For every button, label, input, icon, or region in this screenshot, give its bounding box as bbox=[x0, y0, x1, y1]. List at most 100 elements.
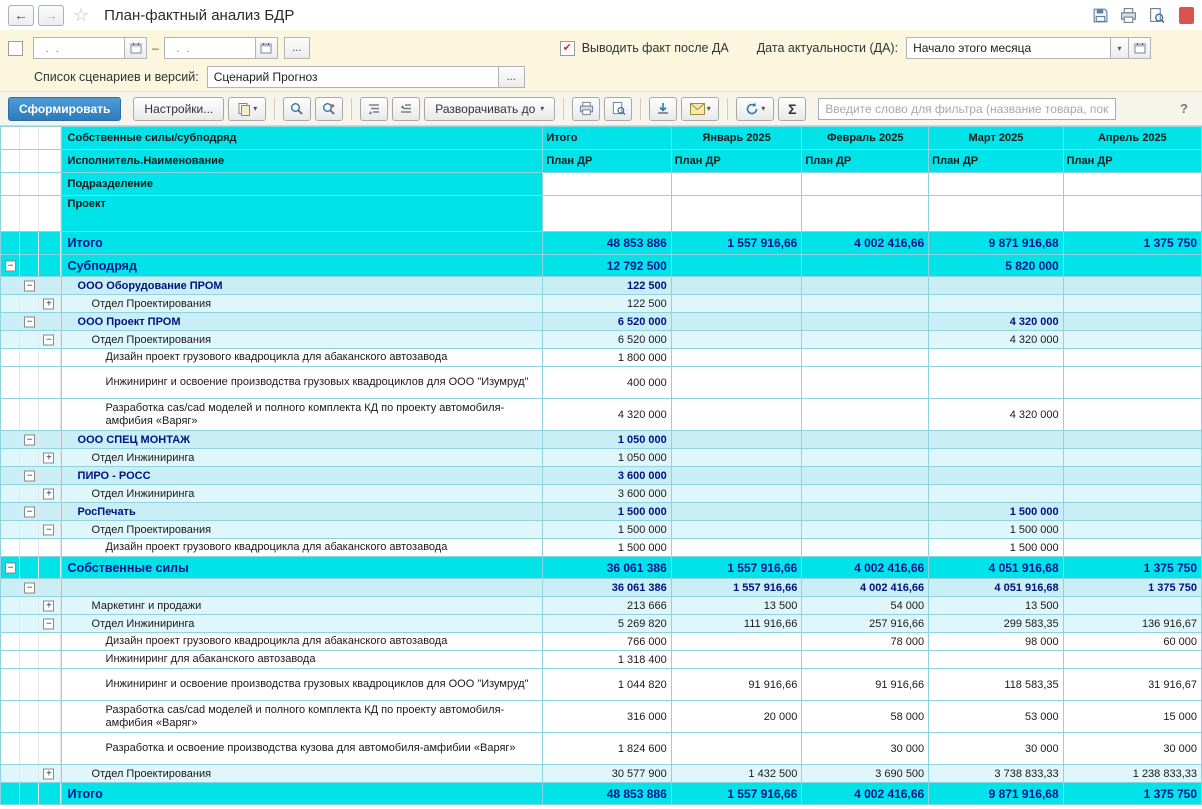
cell-value[interactable]: 1 800 000 bbox=[543, 349, 671, 367]
collapse-toggle-icon[interactable]: − bbox=[43, 618, 54, 629]
cell-value[interactable]: 6 520 000 bbox=[543, 313, 671, 331]
cell-value[interactable]: 122 500 bbox=[543, 277, 671, 295]
save-result-button[interactable] bbox=[649, 97, 677, 121]
generate-button[interactable]: Сформировать bbox=[8, 97, 121, 121]
row-name[interactable]: Отдел Инжиниринга bbox=[61, 615, 543, 633]
cell-value[interactable]: 4 320 000 bbox=[929, 313, 1063, 331]
cell-value[interactable]: 5 820 000 bbox=[929, 255, 1063, 277]
period-to-input[interactable] bbox=[164, 37, 256, 59]
cell-value[interactable]: 13 500 bbox=[929, 597, 1063, 615]
fact-checkbox-label[interactable]: Выводить факт после ДА bbox=[582, 41, 729, 55]
cell-value[interactable]: 316 000 bbox=[543, 701, 671, 733]
refresh-button[interactable]: ▾ bbox=[736, 97, 774, 121]
cell-value[interactable] bbox=[929, 367, 1063, 399]
period-select-button[interactable]: ... bbox=[284, 37, 310, 59]
cell-value[interactable] bbox=[671, 485, 802, 503]
cell-value[interactable] bbox=[802, 467, 929, 485]
collapse-toggle-icon[interactable]: − bbox=[5, 562, 16, 573]
cell-value[interactable]: 4 051 916,68 bbox=[929, 557, 1063, 579]
expand-toggle-icon[interactable]: + bbox=[43, 452, 54, 463]
period-checkbox[interactable] bbox=[8, 41, 23, 56]
cell-value[interactable] bbox=[1063, 449, 1201, 467]
cell-value[interactable]: 257 916,66 bbox=[802, 615, 929, 633]
cell-value[interactable]: 136 916,67 bbox=[1063, 615, 1201, 633]
cell-value[interactable] bbox=[802, 255, 929, 277]
row-name[interactable]: Отдел Инжиниринга bbox=[61, 485, 543, 503]
cell-value[interactable] bbox=[671, 733, 802, 765]
print-button[interactable] bbox=[572, 97, 600, 121]
cell-value[interactable]: 53 000 bbox=[929, 701, 1063, 733]
cell-value[interactable]: 4 002 416,66 bbox=[802, 557, 929, 579]
cell-value[interactable] bbox=[671, 449, 802, 467]
cell-value[interactable]: 3 738 833,33 bbox=[929, 765, 1063, 783]
cell-value[interactable] bbox=[802, 485, 929, 503]
cell-value[interactable]: 1 050 000 bbox=[543, 431, 671, 449]
search-next-button[interactable] bbox=[315, 97, 343, 121]
row-name[interactable]: Разработка cas/cad моделей и полного ком… bbox=[61, 399, 543, 431]
fact-checkbox[interactable]: ✔ bbox=[560, 41, 575, 56]
collapse-toggle-icon[interactable]: − bbox=[24, 506, 35, 517]
report-variants-button[interactable]: ▾ bbox=[228, 97, 266, 121]
cell-value[interactable] bbox=[1063, 431, 1201, 449]
cell-value[interactable] bbox=[802, 349, 929, 367]
row-name[interactable]: Инжиниринг для абаканского автозавода bbox=[61, 651, 543, 669]
cell-value[interactable] bbox=[671, 255, 802, 277]
cell-value[interactable]: 30 000 bbox=[1063, 733, 1201, 765]
period-to-calendar-button[interactable] bbox=[256, 37, 278, 59]
collapse-groups-button[interactable] bbox=[360, 97, 388, 121]
cell-value[interactable]: 30 000 bbox=[802, 733, 929, 765]
print-icon[interactable] bbox=[1119, 6, 1137, 24]
cell-value[interactable] bbox=[1063, 467, 1201, 485]
period-from-calendar-button[interactable] bbox=[125, 37, 147, 59]
collapse-toggle-icon[interactable]: − bbox=[24, 280, 35, 291]
cell-value[interactable]: 5 269 820 bbox=[543, 615, 671, 633]
cell-value[interactable] bbox=[802, 431, 929, 449]
scenario-select-button[interactable]: ... bbox=[499, 66, 525, 88]
expand-toggle-icon[interactable]: + bbox=[43, 600, 54, 611]
cell-value[interactable] bbox=[1063, 255, 1201, 277]
settings-button[interactable]: Настройки... bbox=[133, 97, 224, 121]
help-button[interactable]: ? bbox=[1174, 101, 1194, 116]
row-name[interactable]: Дизайн проект грузового квадроцикла для … bbox=[61, 539, 543, 557]
cell-value[interactable] bbox=[1063, 331, 1201, 349]
expand-toggle-icon[interactable]: + bbox=[43, 488, 54, 499]
cell-value[interactable]: 1 824 600 bbox=[543, 733, 671, 765]
cell-value[interactable]: 12 792 500 bbox=[543, 255, 671, 277]
cell-value[interactable] bbox=[802, 539, 929, 557]
header-total-value[interactable]: 9 871 916,68 bbox=[929, 232, 1063, 255]
cell-value[interactable]: 54 000 bbox=[802, 597, 929, 615]
cell-value[interactable] bbox=[929, 485, 1063, 503]
cell-value[interactable] bbox=[671, 331, 802, 349]
cell-value[interactable]: 1 238 833,33 bbox=[1063, 765, 1201, 783]
cell-value[interactable] bbox=[671, 313, 802, 331]
row-name[interactable]: Маркетинг и продажи bbox=[61, 597, 543, 615]
cell-value[interactable]: 4 002 416,66 bbox=[802, 579, 929, 597]
row-name[interactable]: ООО Оборудование ПРОМ bbox=[61, 277, 543, 295]
cell-value[interactable] bbox=[1063, 349, 1201, 367]
row-name[interactable]: Инжиниринг и освоение производства грузо… bbox=[61, 367, 543, 399]
collapse-toggle-icon[interactable]: − bbox=[24, 434, 35, 445]
cell-value[interactable]: 4 002 416,66 bbox=[802, 783, 929, 805]
cell-value[interactable] bbox=[929, 295, 1063, 313]
scenario-input[interactable] bbox=[207, 66, 499, 88]
cell-value[interactable] bbox=[802, 399, 929, 431]
cell-value[interactable]: 3 600 000 bbox=[543, 467, 671, 485]
cell-value[interactable] bbox=[1063, 485, 1201, 503]
cell-value[interactable]: 6 520 000 bbox=[543, 331, 671, 349]
cell-value[interactable] bbox=[1063, 313, 1201, 331]
cell-value[interactable]: 3 690 500 bbox=[802, 765, 929, 783]
preview-button[interactable] bbox=[604, 97, 632, 121]
cell-value[interactable] bbox=[671, 633, 802, 651]
collapse-toggle-icon[interactable]: − bbox=[43, 524, 54, 535]
cell-value[interactable] bbox=[671, 399, 802, 431]
favorite-star-icon[interactable]: ☆ bbox=[73, 5, 89, 26]
cell-value[interactable] bbox=[802, 449, 929, 467]
cell-value[interactable] bbox=[929, 277, 1063, 295]
cell-value[interactable] bbox=[802, 313, 929, 331]
cell-value[interactable]: 4 320 000 bbox=[543, 399, 671, 431]
cell-value[interactable] bbox=[802, 295, 929, 313]
cell-value[interactable]: 36 061 386 bbox=[543, 579, 671, 597]
header-total-value[interactable]: 1 375 750 bbox=[1063, 232, 1201, 255]
cell-value[interactable] bbox=[671, 651, 802, 669]
cell-value[interactable] bbox=[929, 431, 1063, 449]
